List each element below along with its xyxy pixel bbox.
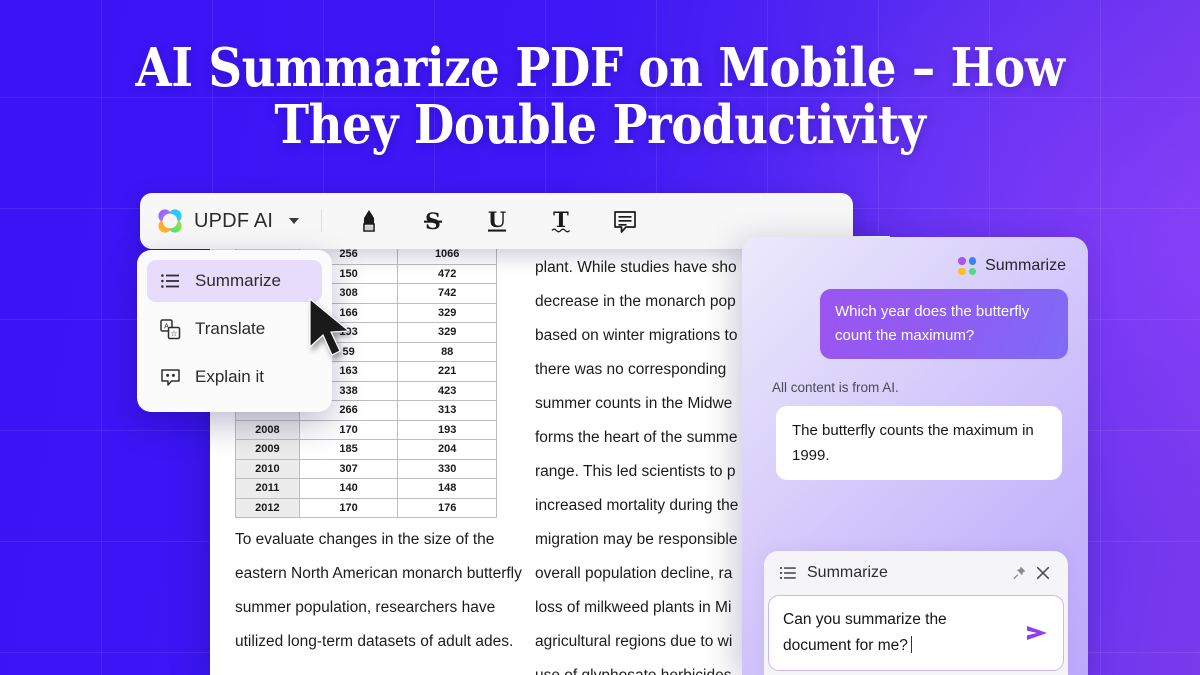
page-title-line-2: They Double Productivity <box>274 94 926 156</box>
menu-item-label: Summarize <box>195 271 281 290</box>
table-cell: 329 <box>397 302 497 323</box>
composer-header: Summarize <box>764 551 1068 595</box>
highlighter-icon[interactable] <box>354 206 384 236</box>
table-cell: 2008 <box>235 419 300 440</box>
composer-mode-label: Summarize <box>807 564 888 581</box>
ai-response-bubble: The butterfly counts the maximum in 1999… <box>776 406 1062 480</box>
updf-logo-icon <box>156 207 184 235</box>
updf-ai-label: UPDF AI <box>194 209 274 232</box>
send-icon[interactable] <box>1022 618 1052 648</box>
table-cell: 742 <box>397 283 497 304</box>
table-row: 2011 140 148 <box>235 478 497 499</box>
user-message-bubble: Which year does the butterfly count the … <box>820 289 1068 359</box>
svg-text:☆: ☆ <box>170 329 177 338</box>
ai-prompt-input[interactable]: Can you summarize the document for me? <box>768 595 1064 671</box>
chevron-down-icon[interactable] <box>289 218 300 224</box>
table-cell: 148 <box>397 478 497 499</box>
strikethrough-icon[interactable]: S <box>418 206 448 236</box>
table-cell: 140 <box>298 478 399 499</box>
menu-item-label: Translate <box>195 319 266 338</box>
svg-text:U: U <box>488 207 506 232</box>
toolbar-divider <box>321 210 323 232</box>
table-row: 2009 185 204 <box>235 439 497 460</box>
table-cell: 193 <box>397 419 497 440</box>
mouse-cursor <box>307 297 359 368</box>
table-cell: 170 <box>298 419 399 440</box>
translate-icon: A ☆ <box>159 318 181 340</box>
table-cell: 472 <box>397 263 497 284</box>
table-cell: 2010 <box>235 458 300 479</box>
document-left-paragraph: To evaluate changes in the size of the e… <box>235 531 522 650</box>
table-cell: 2012 <box>235 497 300 518</box>
explain-bubble-icon <box>159 366 181 388</box>
sticky-note-icon[interactable] <box>610 206 640 236</box>
table-cell: 329 <box>397 322 497 343</box>
table-cell: 330 <box>397 458 497 479</box>
close-icon[interactable] <box>1031 561 1055 585</box>
menu-item-translate[interactable]: A ☆ Translate <box>147 308 322 350</box>
table-cell: 204 <box>397 439 497 460</box>
table-cell: 2009 <box>235 439 300 460</box>
text-cursor <box>910 636 913 653</box>
ai-panel-header: Summarize <box>742 237 1088 275</box>
table-cell: 423 <box>397 380 497 401</box>
list-icon <box>159 270 181 292</box>
list-icon <box>779 564 797 582</box>
table-cell: 170 <box>298 497 399 518</box>
ai-actions-dropdown: Summarize A ☆ Translate Explain it <box>137 250 332 412</box>
table-cell: 313 <box>397 400 497 421</box>
ai-composer: Summarize Can you summarize the document… <box>764 551 1068 675</box>
menu-item-summarize[interactable]: Summarize <box>147 260 322 302</box>
ai-disclaimer: All content is from AI. <box>772 380 899 395</box>
table-row: 2012 170 176 <box>235 497 497 518</box>
table-row: 2008 170 193 <box>235 419 497 440</box>
page-title-line-1: AI Summarize PDF on Mobile – How <box>135 37 1065 99</box>
table-cell: 88 <box>397 341 497 362</box>
table-row: 2010 307 330 <box>235 458 497 479</box>
updf-ai-menu-button[interactable]: UPDF AI <box>140 207 300 235</box>
squiggly-underline-icon[interactable]: T <box>546 206 576 236</box>
page-title: AI Summarize PDF on Mobile – How They Do… <box>72 40 1128 154</box>
ai-panel-title: Summarize <box>985 257 1066 274</box>
four-dots-icon <box>958 257 977 275</box>
ai-assistant-panel: Summarize Which year does the butterfly … <box>742 237 1088 675</box>
table-cell: 2011 <box>235 478 300 499</box>
table-cell: 176 <box>397 497 497 518</box>
table-cell: 307 <box>298 458 399 479</box>
ai-prompt-text: Can you summarize the document for me? <box>783 611 947 654</box>
menu-item-explain-it[interactable]: Explain it <box>147 356 322 398</box>
table-cell: 185 <box>298 439 399 460</box>
underline-icon[interactable]: U <box>482 206 512 236</box>
pin-icon[interactable] <box>1007 561 1031 585</box>
svg-text:T: T <box>553 207 569 232</box>
menu-item-label: Explain it <box>195 367 264 386</box>
table-cell: 221 <box>397 361 497 382</box>
